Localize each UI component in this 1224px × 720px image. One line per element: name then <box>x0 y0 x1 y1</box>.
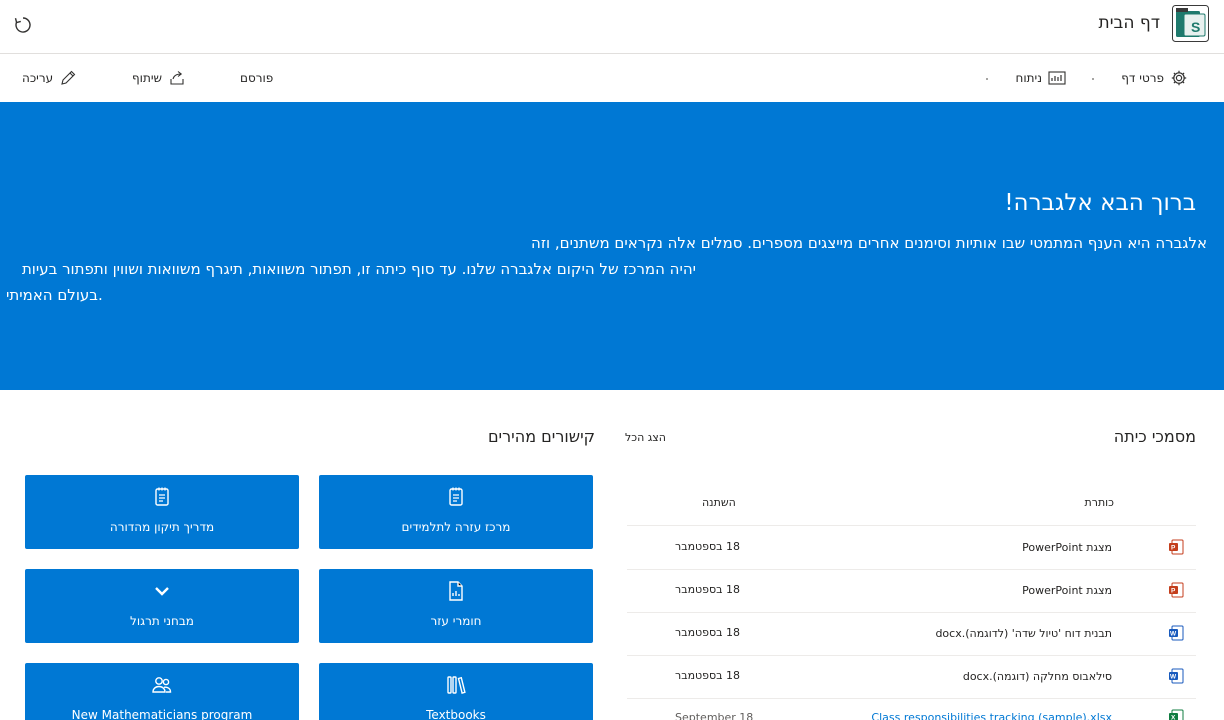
quick-link-tile[interactable]: Textbooks <box>319 663 593 720</box>
quick-link-tile[interactable]: חומרי עזר <box>319 569 593 643</box>
people-icon <box>152 677 172 693</box>
share-button[interactable]: שיתוף <box>132 68 186 88</box>
refresh-button[interactable] <box>12 14 34 36</box>
quick-link-label: Textbooks <box>426 708 486 720</box>
svg-text:W: W <box>1170 631 1177 638</box>
command-bar: פרטי דף ניתוח פורסם שיתוף עריכה <box>0 54 1224 102</box>
gear-icon <box>1171 70 1187 86</box>
document-chart-icon <box>449 581 463 601</box>
share-icon <box>170 71 184 85</box>
svg-text:S: S <box>1191 19 1200 35</box>
document-name[interactable]: מצגת PowerPoint <box>1022 584 1112 597</box>
command-separator <box>986 78 988 80</box>
column-header-modified[interactable]: השתנה <box>702 496 736 509</box>
command-separator <box>1092 78 1094 80</box>
quick-link-tile[interactable]: מדריך תיקון מהדורה <box>25 475 299 549</box>
notes-icon <box>449 487 463 506</box>
document-modified: September 18 <box>675 711 754 720</box>
published-status: פורסם <box>240 68 273 88</box>
quick-link-tile[interactable]: New Mathematicians program <box>25 663 299 720</box>
quick-links-section-title: קישורים מהירים <box>487 427 595 446</box>
edit-button[interactable]: עריכה <box>22 68 77 88</box>
site-title[interactable]: דף הבית <box>1099 13 1160 33</box>
document-row[interactable]: X Class responsibilities tracking (sampl… <box>627 699 1196 720</box>
see-all-link[interactable]: הצג הכל <box>625 431 666 444</box>
analytics-button[interactable]: ניתוח <box>1016 68 1066 88</box>
quick-link-tile[interactable]: מרכז עזרה לתלמידים <box>319 475 593 549</box>
hero-text-line: יהיה המרכז של היקום אלגברה שלנו. עד סוף … <box>21 260 696 278</box>
site-header: דף הבית S <box>0 0 1224 54</box>
quick-link-label: New Mathematicians program <box>71 708 253 720</box>
quick-link-label: מבחני תרגול <box>130 614 194 628</box>
edit-label: עריכה <box>22 71 54 85</box>
quick-link-label: מרכז עזרה לתלמידים <box>401 520 511 534</box>
powerpoint-file-icon: P <box>1169 539 1184 555</box>
document-modified: 18 בספטמבר <box>675 626 741 639</box>
hero-title: ברוך הבא אלגברה! <box>1004 190 1196 216</box>
chevron-down-icon <box>155 587 169 596</box>
documents-section-title: מסמכי כיתה <box>1113 427 1196 446</box>
site-logo[interactable]: S <box>1172 5 1209 42</box>
notes-icon <box>155 487 169 506</box>
document-name[interactable]: תבנית דוח 'טיול שדה' (לדוגמה).docx <box>935 627 1112 640</box>
document-row[interactable]: W תבנית דוח 'טיול שדה' (לדוגמה).docx 18 … <box>627 613 1196 656</box>
quick-link-label: מדריך תיקון מהדורה <box>109 520 215 534</box>
document-row[interactable]: P מצגת PowerPoint 18 בספטמבר <box>627 527 1196 570</box>
excel-file-icon: X <box>1169 709 1184 720</box>
svg-text:P: P <box>1171 588 1176 595</box>
word-file-icon: W <box>1169 668 1184 684</box>
svg-text:P: P <box>1171 545 1176 552</box>
powerpoint-file-icon: P <box>1169 582 1184 598</box>
documents-table-header: כותרת השתנה <box>627 486 1196 526</box>
page-details-label: פרטי דף <box>1121 71 1164 85</box>
document-name[interactable]: סילאבוס מחלקה (דוגמה).docx <box>963 670 1112 683</box>
refresh-icon <box>14 17 31 33</box>
document-row[interactable]: P מצגת PowerPoint 18 בספטמבר <box>627 570 1196 613</box>
analytics-label: ניתוח <box>1015 71 1042 85</box>
published-label: פורסם <box>240 71 274 85</box>
word-file-icon: W <box>1169 625 1184 641</box>
quick-link-label: חומרי עזר <box>430 614 482 628</box>
document-name[interactable]: Class responsibilities tracking (sample)… <box>871 711 1112 720</box>
column-header-title[interactable]: כותרת <box>1085 496 1114 509</box>
class-notebook-icon: S <box>1172 5 1209 42</box>
pencil-icon <box>61 70 76 85</box>
svg-text:X: X <box>1171 715 1176 720</box>
hero-text-line: בעולם האמיתי. <box>6 286 103 304</box>
document-name[interactable]: מצגת PowerPoint <box>1022 541 1112 554</box>
analytics-icon <box>1048 71 1066 85</box>
page-details-button[interactable]: פרטי דף <box>1121 68 1188 88</box>
hero-banner: ברוך הבא אלגברה! אלגברה היא הענף המתמטי … <box>0 102 1224 390</box>
document-modified: 18 בספטמבר <box>675 583 741 596</box>
document-modified: 18 בספטמבר <box>675 669 741 682</box>
document-row[interactable]: W סילאבוס מחלקה (דוגמה).docx 18 בספטמבר <box>627 656 1196 699</box>
share-label: שיתוף <box>132 71 163 85</box>
svg-text:W: W <box>1170 674 1177 681</box>
books-icon <box>447 676 466 694</box>
document-modified: 18 בספטמבר <box>675 540 741 553</box>
quick-link-tile[interactable]: מבחני תרגול <box>25 569 299 643</box>
hero-text-line: אלגברה היא הענף המתמטי שבו אותיות וסימני… <box>531 234 1207 252</box>
